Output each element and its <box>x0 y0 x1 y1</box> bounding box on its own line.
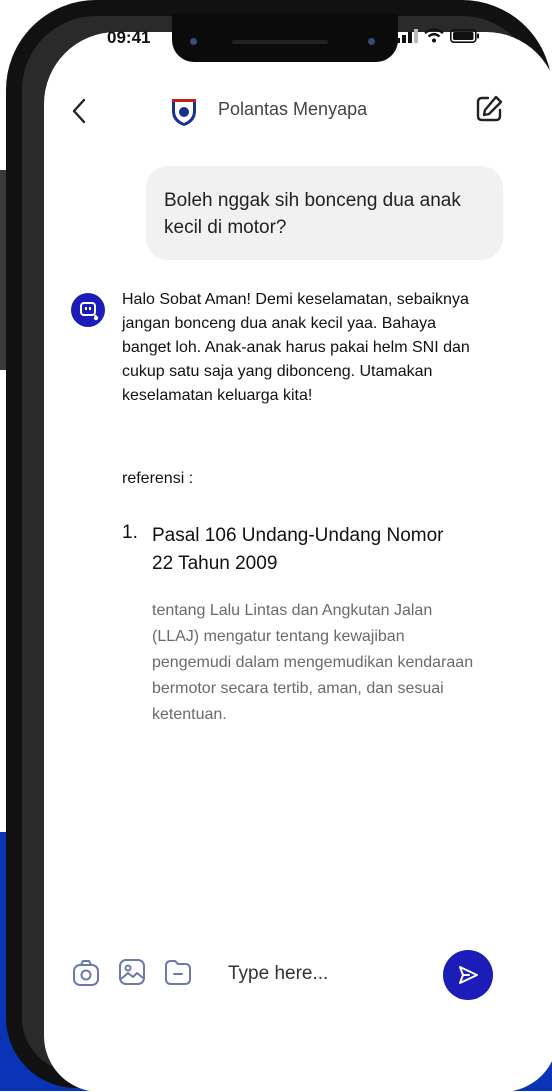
send-button[interactable] <box>443 950 493 1000</box>
new-chat-button[interactable] <box>474 94 504 129</box>
reference-label: referensi : <box>122 470 194 487</box>
chevron-left-icon <box>72 98 86 124</box>
reference-number: 1. <box>122 522 138 543</box>
page-title: Polantas Menyapa <box>218 99 368 119</box>
front-camera-icon <box>190 38 197 45</box>
notch <box>172 14 398 62</box>
user-message-bubble: Boleh nggak sih bonceng dua anak kecil d… <box>146 166 503 260</box>
send-icon <box>459 966 478 984</box>
police-logo <box>168 96 200 133</box>
camera-button[interactable] <box>72 958 100 993</box>
bot-avatar <box>71 293 105 327</box>
file-button[interactable] <box>164 958 192 991</box>
signal-icon <box>396 28 418 43</box>
message-input[interactable] <box>216 952 450 996</box>
folder-icon <box>165 960 191 985</box>
bot-icon <box>80 302 99 321</box>
sensor-icon <box>368 38 375 45</box>
status-icons <box>396 28 480 43</box>
reference-title: Pasal 106 Undang-Undang Nomor 22 Tahun 2… <box>152 525 444 574</box>
bot-message: Halo Sobat Aman! Demi keselamatan, sebai… <box>122 291 470 404</box>
speaker-grille <box>232 40 328 44</box>
wifi-icon <box>424 28 444 43</box>
status-time: 09:41 <box>107 28 151 47</box>
shield-logo-icon <box>172 99 196 126</box>
reference-description: tentang Lalu Lintas dan Angkutan Jalan (… <box>152 602 474 723</box>
battery-icon <box>450 28 479 43</box>
back-button[interactable] <box>70 96 88 132</box>
edit-icon <box>476 95 503 122</box>
camera-icon <box>73 960 99 986</box>
gallery-button[interactable] <box>118 958 146 991</box>
image-icon <box>119 959 145 985</box>
